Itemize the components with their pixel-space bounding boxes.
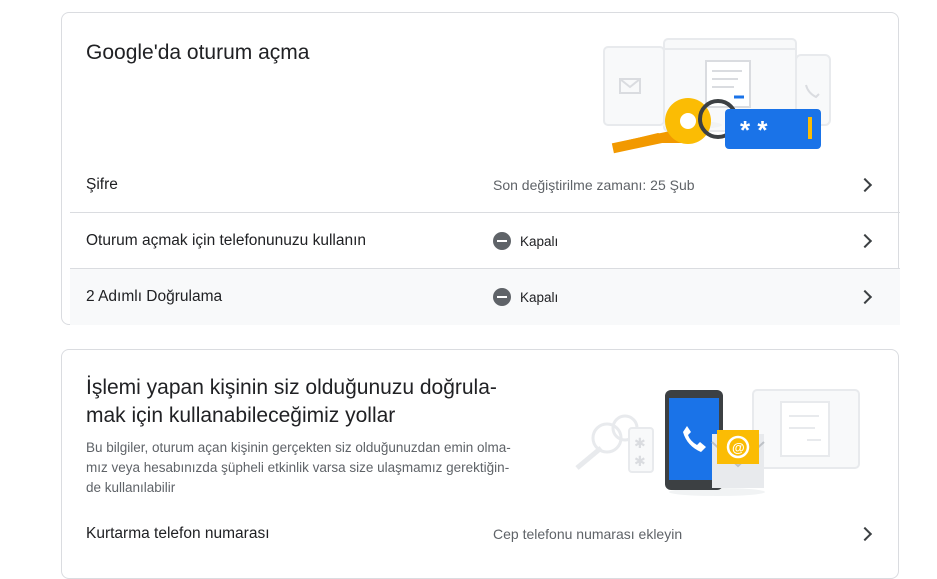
verify-illustration: ✱ ✱ @ xyxy=(575,389,860,496)
svg-text:@: @ xyxy=(732,440,745,455)
phone-signin-status-text: Kapalı xyxy=(520,233,559,249)
two-step-status: Kapalı xyxy=(493,288,558,306)
phone-signin-label: Oturum açmak için telefonunuzu kullanın xyxy=(86,232,367,249)
two-step-label: 2 Adımlı Doğrulama xyxy=(86,288,223,305)
verify-desc-line3: de kullanılabilir xyxy=(86,480,176,495)
phone-signin-status: Kapalı xyxy=(493,232,558,250)
verify-title-line2: mak için kullanabileceğimiz yollar xyxy=(86,404,396,427)
recovery-phone-value: Cep telefonu numarası ekleyin xyxy=(493,526,683,542)
verify-card: İşlemi yapan kişinin siz olduğunuzu doğr… xyxy=(61,349,899,579)
chevron-right-icon xyxy=(857,233,873,249)
chevron-right-icon xyxy=(857,526,873,542)
verify-title: İşlemi yapan kişinin siz olduğunuzu doğr… xyxy=(86,374,546,430)
verify-description: Bu bilgiler, oturum açan kişinin gerçekt… xyxy=(86,438,546,498)
verify-desc-line1: Bu bilgiler, oturum açan kişinin gerçekt… xyxy=(86,440,511,455)
off-status-icon xyxy=(493,232,511,250)
svg-text:✱: ✱ xyxy=(634,453,646,469)
off-status-icon xyxy=(493,288,511,306)
verify-desc-line2: mız veya hesabınızda şüpheli etkinlik va… xyxy=(86,460,510,475)
password-label: Şifre xyxy=(86,176,118,193)
password-last-changed: Son değiştirilme zamanı: 25 Şub xyxy=(493,177,695,193)
chevron-right-icon xyxy=(857,177,873,193)
signin-card: Google'da oturum açma * * Şifre Son deği… xyxy=(61,12,900,325)
two-step-status-text: Kapalı xyxy=(520,289,559,305)
verify-title-line1: İşlemi yapan kişinin siz olduğunuzu doğr… xyxy=(86,376,497,399)
signin-title: Google'da oturum açma xyxy=(86,41,310,64)
recovery-phone-label: Kurtarma telefon numarası xyxy=(86,525,270,542)
two-step-row[interactable]: 2 Adımlı Doğrulama Kapalı xyxy=(70,268,900,325)
password-mask-text: * * xyxy=(740,115,768,145)
recovery-phone-row[interactable]: Kurtarma telefon numarası Cep telefonu n… xyxy=(70,506,900,562)
signin-illustration: * * xyxy=(603,38,831,154)
svg-text:✱: ✱ xyxy=(634,435,646,451)
password-row[interactable]: Şifre Son değiştirilme zamanı: 25 Şub xyxy=(70,157,900,213)
chevron-right-icon xyxy=(857,289,873,305)
phone-signin-row[interactable]: Oturum açmak için telefonunuzu kullanın … xyxy=(70,212,900,269)
